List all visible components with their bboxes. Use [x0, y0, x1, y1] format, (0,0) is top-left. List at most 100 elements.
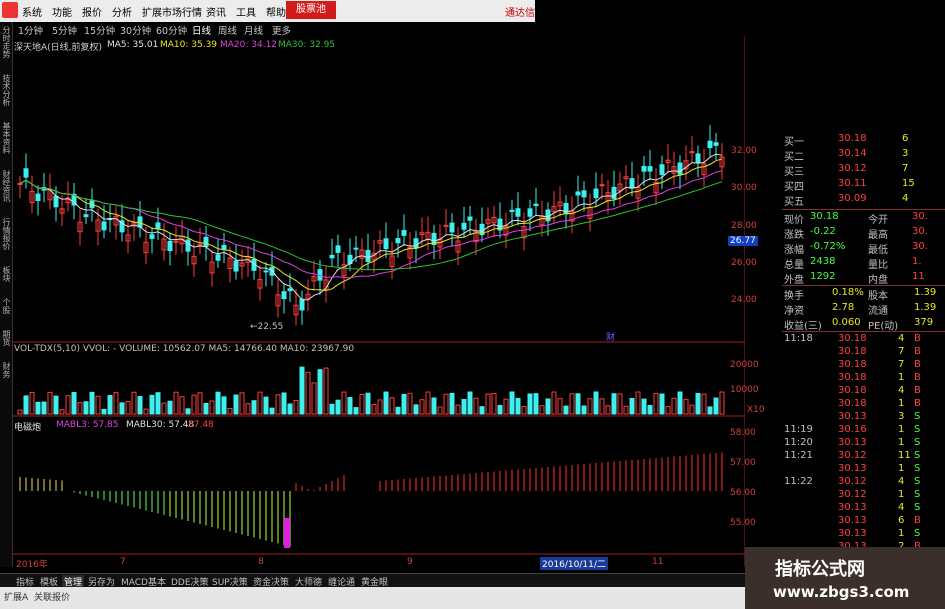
- volume-bar: [389, 397, 395, 415]
- vtab-financial[interactable]: 财务: [1, 362, 11, 378]
- vtab-quotes[interactable]: 行情报价: [1, 218, 11, 250]
- vtab-intraday[interactable]: 分时走势: [1, 26, 11, 58]
- tick-side: B: [914, 398, 921, 409]
- candle-body: [461, 222, 467, 230]
- kline-chart-svg[interactable]: [12, 36, 745, 567]
- candle-body: [233, 260, 239, 272]
- bid-label: 买二: [784, 152, 804, 163]
- tick-volume: 11: [898, 450, 911, 461]
- volume-bar: [221, 396, 227, 415]
- volume-bar: [413, 404, 419, 415]
- tick-volume: 7: [898, 346, 905, 357]
- menu-analysis[interactable]: 分析: [112, 4, 132, 19]
- stat-row: 收益(三) 0.060 PE(动) 379: [782, 317, 942, 332]
- stat-key: 外盘: [784, 275, 804, 286]
- ind-y-tick: 58.00: [730, 428, 756, 438]
- period-more[interactable]: 更多: [272, 23, 291, 37]
- menu-ext-market[interactable]: 扩展市场行情: [142, 4, 202, 19]
- bid-price: 30.14: [838, 148, 867, 159]
- vtab-stock[interactable]: 个股: [1, 298, 11, 314]
- volume-bar: [431, 397, 437, 415]
- vtab-technical[interactable]: 技术分析: [1, 74, 11, 106]
- tick-side: S: [914, 450, 921, 461]
- volume-bar: [323, 367, 329, 415]
- stat-key: 现价: [784, 215, 804, 226]
- candle-body: [629, 178, 635, 189]
- ma10-label: MA10: 35.39: [160, 40, 218, 50]
- app-logo-icon: [2, 2, 18, 18]
- period-daily[interactable]: 日线: [192, 23, 211, 37]
- volume-bar: [173, 391, 179, 415]
- volume-bar: [617, 393, 623, 415]
- candle-body: [443, 224, 449, 227]
- period-1min[interactable]: 1分钟: [18, 23, 43, 37]
- vtab-futures[interactable]: 期货: [1, 330, 11, 346]
- volume-bar: [443, 393, 449, 415]
- tick-price: 30.13: [838, 437, 867, 448]
- stat-value: 30.18: [810, 211, 839, 222]
- volume-bar: [383, 391, 389, 415]
- candle-body: [395, 238, 401, 244]
- volume-bar: [365, 392, 371, 415]
- candle-body: [23, 168, 29, 178]
- candle-body: [611, 186, 617, 200]
- stat-key: 换手: [784, 291, 804, 302]
- period-30min[interactable]: 30分钟: [120, 23, 151, 37]
- tick-price: 30.12: [838, 489, 867, 500]
- stock-pool-button[interactable]: 股票池: [286, 1, 336, 19]
- volume-bar: [203, 402, 209, 415]
- stat-value: 30.: [912, 226, 928, 237]
- period-60min[interactable]: 60分钟: [156, 23, 187, 37]
- period-weekly[interactable]: 周线: [218, 23, 237, 37]
- candle-body: [149, 234, 155, 239]
- menu-system[interactable]: 系统: [22, 4, 42, 19]
- volume-bar: [401, 393, 407, 415]
- watermark-banner: 指标公式网 www.zbgs3.com: [745, 547, 945, 609]
- menu-bar: 系统 功能 报价 分析 扩展市场行情 资讯 工具 帮助 股票池 通达信: [0, 0, 535, 23]
- candle-body: [695, 153, 701, 163]
- vtab-fundamentals[interactable]: 基本资料: [1, 122, 11, 154]
- bid-label: 买五: [784, 197, 804, 208]
- stat-key: 收益(三): [784, 321, 822, 332]
- panel-divider: [782, 331, 945, 332]
- tick-row: 30.12 1 S: [782, 489, 942, 503]
- stat-row: 涨跌 -0.22 最高 30.: [782, 226, 942, 241]
- menu-quote[interactable]: 报价: [82, 4, 102, 19]
- tick-row: 30.13 4 S: [782, 502, 942, 516]
- bid-row: 买二 30.14 3: [782, 148, 942, 163]
- tick-volume: 1: [898, 398, 905, 409]
- volume-bar: [545, 398, 551, 415]
- period-5min[interactable]: 5分钟: [52, 23, 77, 37]
- x-tick: 2016年: [16, 560, 48, 570]
- volume-bar: [659, 393, 665, 415]
- volume-bar: [317, 369, 323, 415]
- volume-bar: [461, 398, 467, 415]
- volume-bar: [587, 398, 593, 415]
- period-monthly[interactable]: 月线: [244, 23, 263, 37]
- volume-bar: [155, 392, 161, 415]
- volume-bar: [473, 397, 479, 415]
- volume-bar: [437, 406, 443, 415]
- candle-body: [533, 203, 539, 207]
- menu-news[interactable]: 资讯: [206, 4, 226, 19]
- volume-bar: [257, 391, 263, 415]
- period-15min[interactable]: 15分钟: [84, 23, 115, 37]
- tick-volume: 4: [898, 385, 905, 396]
- tick-volume: 7: [898, 359, 905, 370]
- vtab-sector[interactable]: 板块: [1, 266, 11, 282]
- sub-tab-ext[interactable]: 扩展A: [4, 590, 28, 603]
- sub-tab-related[interactable]: 关联报价: [34, 590, 70, 603]
- vol-y-tick: 20000: [730, 360, 759, 370]
- stat-value: 2438: [810, 256, 836, 267]
- volume-bar: [101, 408, 107, 415]
- menu-function[interactable]: 功能: [52, 4, 72, 19]
- chart-area[interactable]: 深天地A(日线,前复权) MA5: 35.01 MA10: 35.39 MA20…: [12, 36, 765, 570]
- volume-bar: [107, 395, 113, 415]
- tick-price: 30.18: [838, 385, 867, 396]
- candle-body: [545, 209, 551, 222]
- candle-body: [329, 254, 335, 259]
- vtab-finance-news[interactable]: 财经资讯: [1, 170, 11, 202]
- menu-help[interactable]: 帮助: [266, 4, 286, 19]
- menu-tools[interactable]: 工具: [236, 4, 256, 19]
- tick-row: 30.18 4 B: [782, 385, 942, 399]
